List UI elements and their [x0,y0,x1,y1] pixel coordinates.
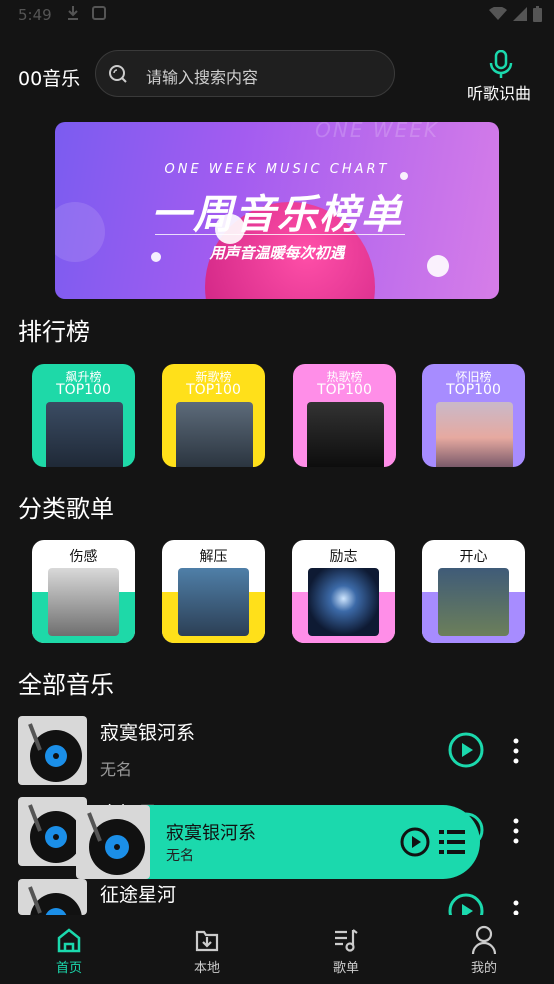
home-icon [57,928,81,953]
nav-label: 我的 [470,961,497,976]
chart-cover-image [176,402,253,467]
chart-cover-image [46,402,123,467]
app-title: 00音乐 [18,68,81,90]
play-icon[interactable] [448,732,484,768]
player-cover-image [76,805,150,879]
search-icon [108,64,128,88]
download-status-icon [66,5,80,25]
chart-card-rising[interactable]: 飙升榜 TOP100 [32,364,135,467]
status-time: 5:49 [18,6,52,24]
chart-card-new[interactable]: 新歌榜 TOP100 [162,364,265,467]
song-artist: 无名 [100,760,133,779]
category-card-happy[interactable]: 开心 [422,540,525,643]
song-cover-image [18,716,87,785]
category-card-inspire[interactable]: 励志 [292,540,395,643]
search-input[interactable]: 请输入搜索内容 [95,50,395,97]
status-right [489,6,542,22]
song-title[interactable]: 寂寞银河系 [100,718,195,745]
chart-cover-image [436,402,513,467]
banner-title: 一周音乐榜单 [151,192,403,238]
mic-icon[interactable] [487,49,515,84]
nav-label: 本地 [193,961,220,976]
battery-icon [533,6,542,22]
search-placeholder: 请输入搜索内容 [146,68,259,87]
section-title-charts: 排行榜 [18,318,90,346]
more-options-icon[interactable] [512,818,520,848]
recognize-song-button[interactable]: 听歌识曲 [467,80,531,104]
category-name: 解压 [199,549,228,565]
player-song-title: 寂寞银河系 [166,823,256,844]
chart-cover-image [307,402,384,467]
player-song-artist: 无名 [166,848,194,864]
more-options-icon[interactable] [512,738,520,768]
song-cover-image [18,879,87,915]
category-cover-image [438,568,509,636]
category-name: 开心 [459,549,488,565]
category-name: 励志 [329,549,358,565]
mini-player[interactable]: 寂寞银河系 无名 [76,805,480,879]
more-options-icon[interactable] [512,900,520,915]
player-play-icon[interactable] [400,827,430,861]
category-card-sad[interactable]: 伤感 [32,540,135,643]
banner[interactable]: ONE WEEK ONE WEEK MUSIC CHART 一周音乐榜单 用声音… [55,122,499,299]
status-bar: 5:49 [0,0,554,32]
nav-label: 首页 [55,961,82,976]
bottom-nav: 首页 本地 歌单 我的 [0,915,554,984]
playlist-icon [335,929,358,952]
play-icon[interactable] [448,893,484,915]
song-title[interactable]: 征途星河 [100,880,176,907]
banner-tagline: 用声音温暖每次初遇 [209,244,345,262]
wifi-icon [489,7,507,20]
chart-card-classic[interactable]: 怀旧榜 TOP100 [422,364,525,467]
category-name: 伤感 [69,549,98,565]
chart-sub: TOP100 [317,382,372,398]
user-icon [471,925,497,955]
banner-subtitle: ONE WEEK MUSIC CHART [164,162,390,177]
image-status-icon [92,5,106,25]
chart-sub: TOP100 [56,382,111,398]
section-title-all-music: 全部音乐 [18,671,114,699]
category-cover-image [308,568,379,636]
signal-icon [513,7,527,21]
chart-sub: TOP100 [186,382,241,398]
chart-sub: TOP100 [446,382,501,398]
banner-divider [155,234,405,235]
nav-label: 歌单 [332,961,359,976]
section-title-categories: 分类歌单 [18,495,114,523]
category-cover-image [178,568,249,636]
banner-watermark: ONE WEEK [315,122,439,142]
chart-card-hot[interactable]: 热歌榜 TOP100 [293,364,396,467]
download-icon [195,930,219,952]
playlist-queue-icon[interactable] [438,827,468,861]
category-card-relax[interactable]: 解压 [162,540,265,643]
category-cover-image [48,568,119,636]
